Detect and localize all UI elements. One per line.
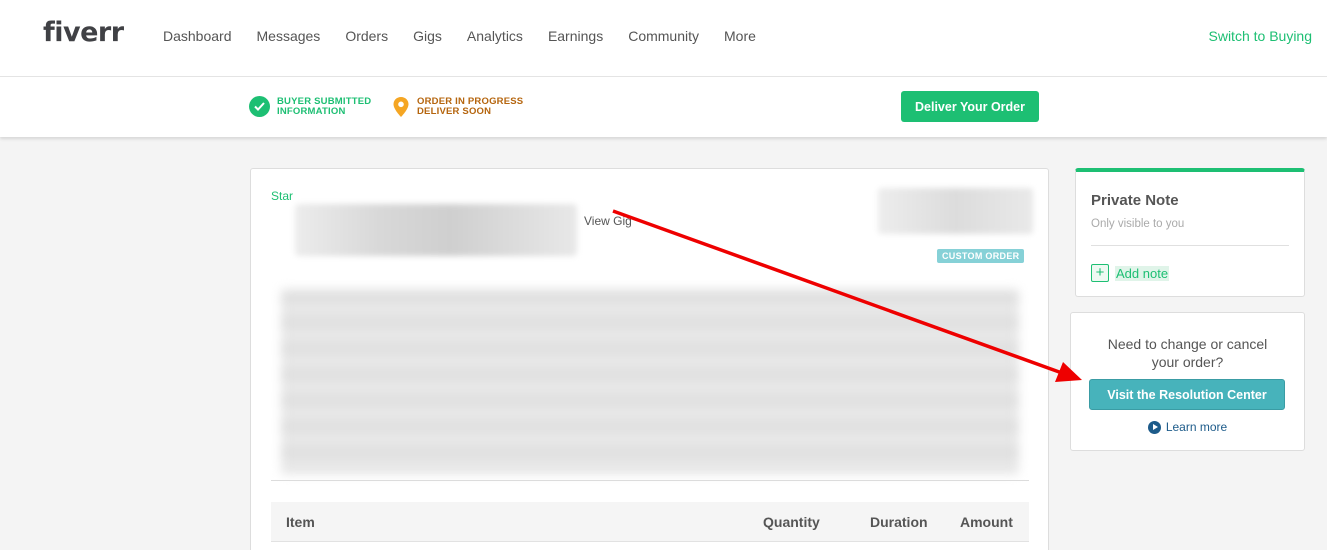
blurred-order-description [281,289,1019,474]
resolution-center-card: Need to change or cancel your order? Vis… [1070,312,1305,451]
order-status-bar: BUYER SUBMITTED INFORMATION ORDER IN PRO… [0,77,1327,137]
play-circle-icon [1147,420,1161,434]
status-step-buyer-submitted: BUYER SUBMITTED INFORMATION [249,96,371,117]
column-quantity: Quantity [763,514,820,530]
private-note-title: Private Note [1091,192,1179,209]
fiverr-logo[interactable]: fiverr [43,17,124,48]
resolution-prompt: Need to change or cancel your order? [1107,336,1268,370]
divider [271,480,1029,481]
status-step-label: BUYER SUBMITTED INFORMATION [277,95,372,117]
private-note-subtitle: Only visible to you [1091,218,1185,230]
check-circle-icon [249,96,270,117]
add-note-label: Add note [1115,265,1170,281]
top-navigation: fiverr Dashboard Messages Orders Gigs An… [0,0,1327,77]
nav-community[interactable]: Community [628,28,699,44]
status-step-label: ORDER IN PROGRESS DELIVER SOON [417,96,524,117]
nav-dashboard[interactable]: Dashboard [163,28,232,44]
column-item: Item [286,514,315,530]
nav-more[interactable]: More [724,28,756,44]
learn-more-label: Learn more [1165,420,1228,434]
column-amount: Amount [960,514,1013,530]
learn-more-link[interactable]: Learn more [1071,420,1304,434]
switch-to-buying-link[interactable]: Switch to Buying [1209,28,1313,44]
deliver-order-button[interactable]: Deliver Your Order [901,91,1039,122]
plus-icon: + [1091,264,1109,282]
nav-gigs[interactable]: Gigs [413,28,442,44]
nav-orders[interactable]: Orders [345,28,388,44]
visit-resolution-center-button[interactable]: Visit the Resolution Center [1089,379,1285,410]
nav-earnings[interactable]: Earnings [548,28,603,44]
blurred-gig-title [295,204,577,256]
main-nav: Dashboard Messages Orders Gigs Analytics… [163,28,781,44]
add-note-button[interactable]: + Add note [1091,264,1170,282]
blurred-order-summary [878,188,1033,234]
view-gig-link[interactable]: View Gig [584,214,632,228]
column-duration: Duration [870,514,928,530]
nav-analytics[interactable]: Analytics [467,28,523,44]
order-details-card: Star View Gig CUSTOM ORDER Item Quantity… [250,168,1049,550]
private-note-card: Private Note Only visible to you + Add n… [1075,168,1305,297]
star-link[interactable]: Star [271,189,293,203]
divider [1091,245,1289,246]
custom-order-badge: CUSTOM ORDER [937,249,1025,263]
order-items-table-header: Item Quantity Duration Amount [271,502,1029,542]
location-pin-icon [393,97,409,117]
status-step-in-progress: ORDER IN PROGRESS DELIVER SOON [392,96,523,118]
nav-messages[interactable]: Messages [257,28,321,44]
